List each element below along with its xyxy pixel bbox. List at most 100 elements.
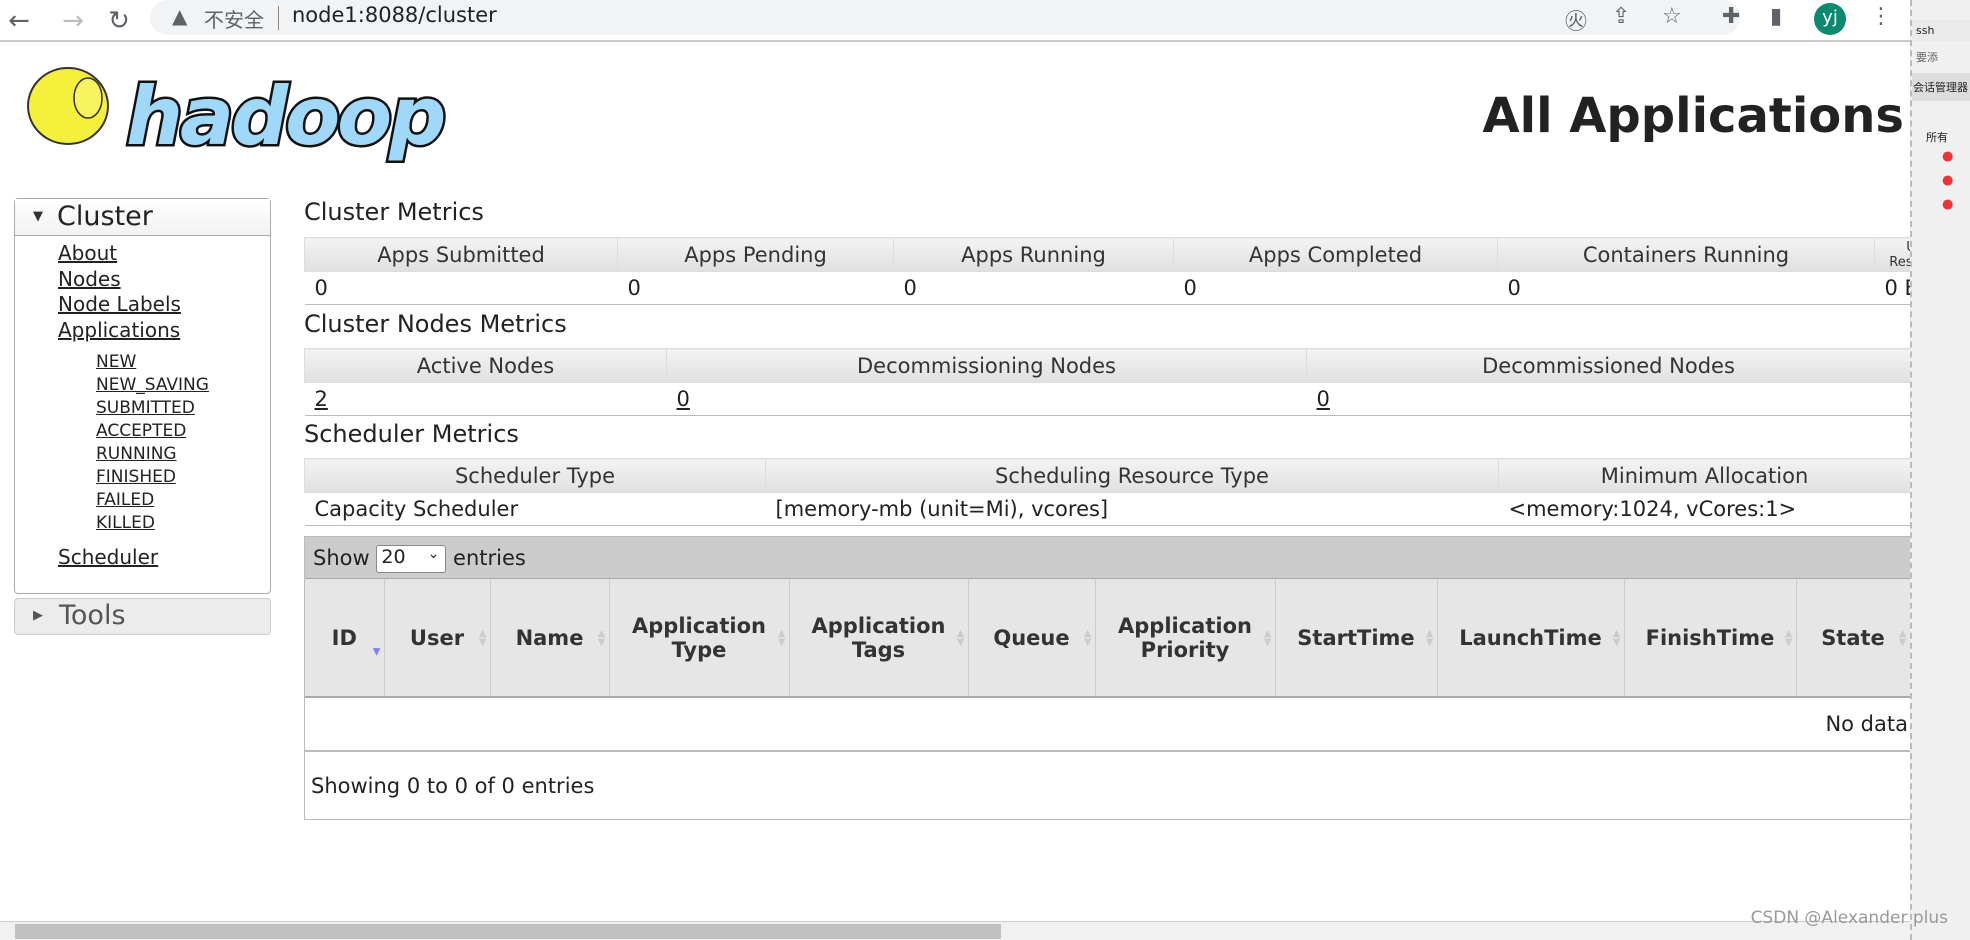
section-label: Tools	[59, 600, 126, 631]
column-header: Containers Running	[1497, 237, 1875, 272]
tools-section-header[interactable]: ▶ Tools	[14, 598, 271, 635]
svg-text:hadoop: hadoop	[126, 70, 444, 163]
sort-desc-icon: ▼	[372, 646, 381, 658]
session-manager-panel: ssh 要添 会话管理器 所有 ● ● ●	[1910, 0, 1970, 940]
warning-icon[interactable]: ▲	[172, 4, 187, 28]
sort-icon: ▲ ▼	[1425, 627, 1434, 648]
decommissioning-nodes-link[interactable]: 0	[677, 387, 690, 411]
scheduler-metrics-table: Scheduler Type Scheduling Resource Type …	[304, 458, 1911, 526]
sidebar-link-new[interactable]: NEW	[96, 351, 270, 374]
sort-icon: ▲ ▼	[1612, 627, 1621, 648]
avatar[interactable]: yj	[1814, 3, 1846, 35]
column-header: Active Nodes	[304, 348, 667, 383]
tree-root[interactable]: 所有	[1912, 129, 1970, 145]
divider	[278, 6, 279, 30]
url-text[interactable]: node1:8088/cluster	[292, 3, 497, 27]
column-label: StartTime	[1297, 625, 1415, 650]
sidebar-link-about[interactable]: About	[58, 241, 270, 267]
sort-icon: ▲ ▼	[1898, 627, 1907, 648]
column-label: Application Priority	[1118, 613, 1252, 662]
column-header-application-tags[interactable]: Application Tags ▲ ▼	[789, 579, 969, 698]
containers-running-value: 0	[1497, 271, 1875, 305]
column-label: Queue	[993, 625, 1070, 650]
sidebar-link-new-saving[interactable]: NEW_SAVING	[96, 374, 270, 397]
panel-header: 会话管理器	[1912, 73, 1970, 101]
column-header-user[interactable]: User ▲ ▼	[384, 579, 491, 698]
column-header: Decommissioning Nodes	[666, 348, 1307, 383]
share-icon[interactable]: ⇪	[1612, 4, 1630, 29]
page-title: All Applications	[1482, 88, 1905, 144]
minimum-allocation-value: <memory:1024, vCores:1>	[1498, 492, 1911, 526]
sort-icon: ▲ ▼	[777, 627, 786, 648]
session-item[interactable]: 要添	[1912, 41, 1970, 73]
active-nodes-link[interactable]: 2	[315, 387, 328, 411]
column-header: Apps Running	[893, 237, 1174, 272]
sort-icon: ▲ ▼	[1083, 627, 1092, 648]
apps-pending-value: 0	[617, 271, 894, 305]
sidebar-link-killed[interactable]: KILLED	[96, 512, 270, 535]
sort-icon: ▲ ▼	[1263, 627, 1272, 648]
sidebar-link-accepted[interactable]: ACCEPTED	[96, 420, 270, 443]
column-header-id[interactable]: ID ▼	[305, 579, 385, 698]
caret-right-icon: ▶	[33, 608, 43, 623]
column-label: Application Tags	[811, 613, 946, 662]
decommissioned-nodes-link[interactable]: 0	[1317, 387, 1330, 411]
nodes-metrics-table: Active Nodes Decommissioning Nodes Decom…	[304, 348, 1911, 416]
sidebar-link-scheduler[interactable]: Scheduler	[58, 545, 270, 571]
sort-icon: ▲ ▼	[478, 627, 487, 648]
hadoop-logo: hadoop	[27, 67, 450, 164]
column-header: Minimum Allocation	[1498, 458, 1911, 493]
column-header-launchtime[interactable]: LaunchTime ▲ ▼	[1437, 579, 1625, 698]
resource-type-value: [memory-mb (unit=Mi), vcores]	[765, 492, 1499, 526]
browser-toolbar: ← → ↻ ▲ 不安全 node1:8088/cluster ㊋ ⇪ ☆ ✚ ▮…	[0, 0, 1910, 42]
column-header: Apps Pending	[617, 237, 894, 272]
horizontal-scrollbar[interactable]	[0, 921, 1910, 940]
apps-running-value: 0	[893, 271, 1174, 305]
column-header: Apps Completed	[1173, 237, 1498, 272]
column-header-state[interactable]: State ▲ ▼	[1796, 579, 1911, 698]
back-icon[interactable]: ←	[2, 6, 36, 36]
column-label: FinishTime	[1645, 625, 1775, 650]
chevron-down-icon: ⌄	[427, 546, 440, 562]
page-size-value: 20	[381, 546, 406, 568]
sidebar-link-node-labels[interactable]: Node Labels	[58, 292, 270, 318]
page-size-select[interactable]: 20 ⌄	[376, 545, 447, 573]
cluster-section-header[interactable]: ▼ Cluster	[15, 199, 270, 236]
column-header-starttime[interactable]: StartTime ▲ ▼	[1275, 579, 1438, 698]
column-header: Scheduling Resource Type	[765, 458, 1499, 493]
scrollbar-thumb[interactable]	[15, 924, 1001, 939]
reload-icon[interactable]: ↻	[102, 6, 136, 36]
apps-completed-value: 0	[1173, 271, 1498, 305]
sidebar-link-applications[interactable]: Applications	[58, 318, 270, 344]
applications-table: Show 20 ⌄ entries ID ▼ User ▲ ▼ Name ▲ ▼ Applicat…	[304, 536, 1911, 820]
column-label: Name	[515, 625, 584, 650]
session-icon[interactable]: ● ● ●	[1912, 145, 1970, 217]
translate-icon[interactable]: ㊋	[1565, 4, 1587, 36]
sidebar-link-failed[interactable]: FAILED	[96, 489, 270, 512]
sidebar-cluster: ▼ Cluster About Nodes Node Labels Applica…	[14, 198, 271, 594]
session-item[interactable]: ssh	[1912, 20, 1970, 41]
column-header-application-type[interactable]: Application Type ▲ ▼	[609, 579, 790, 698]
sidebar-link-nodes[interactable]: Nodes	[58, 267, 270, 293]
column-label: User	[409, 625, 465, 650]
security-label[interactable]: 不安全	[204, 4, 264, 33]
side-panel-icon[interactable]: ▮	[1770, 4, 1782, 29]
column-header-name[interactable]: Name ▲ ▼	[490, 579, 610, 698]
empty-message: No data	[305, 697, 1910, 752]
length-control: Show 20 ⌄ entries	[305, 537, 1910, 579]
bookmark-star-icon[interactable]: ☆	[1662, 4, 1682, 29]
column-header-application-priority[interactable]: Application Priority ▲ ▼	[1095, 579, 1276, 698]
sidebar-link-finished[interactable]: FINISHED	[96, 466, 270, 489]
caret-down-icon: ▼	[33, 209, 43, 224]
show-label: Show	[313, 546, 370, 570]
column-header-queue[interactable]: Queue ▲ ▼	[968, 579, 1096, 698]
column-header-finishtime[interactable]: FinishTime ▲ ▼	[1624, 579, 1797, 698]
watermark: CSDN @Alexander plus	[1750, 908, 1948, 928]
sort-icon: ▲ ▼	[1784, 627, 1793, 648]
menu-icon[interactable]: ⋮	[1870, 4, 1892, 29]
extensions-icon[interactable]: ✚	[1722, 4, 1740, 29]
sidebar-link-running[interactable]: RUNNING	[96, 443, 270, 466]
section-label: Cluster	[57, 201, 153, 232]
forward-icon[interactable]: →	[56, 6, 90, 36]
sidebar-link-submitted[interactable]: SUBMITTED	[96, 397, 270, 420]
